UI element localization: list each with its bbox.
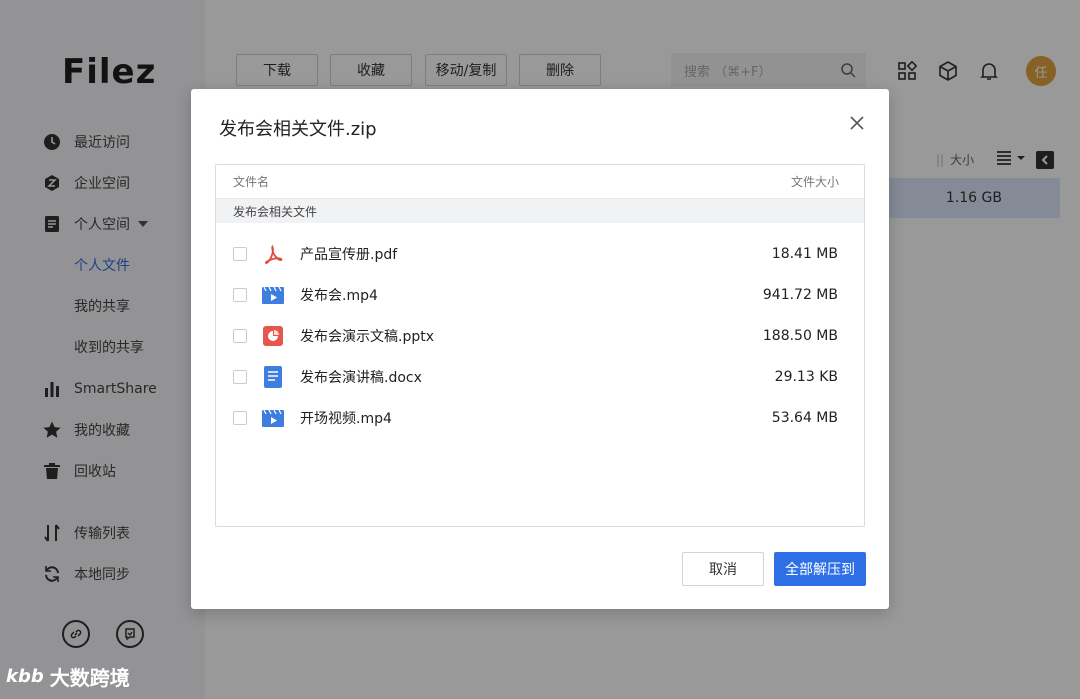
file-name: 产品宣传册.pdf [300,246,398,263]
list-item[interactable]: 发布会演示文稿.pptx 188.50 MB [216,315,864,356]
list-item[interactable]: 发布会演讲稿.docx 29.13 KB [216,356,864,397]
extract-all-button[interactable]: 全部解压到 [774,552,866,586]
file-checkbox[interactable] [233,410,247,425]
cancel-button[interactable]: 取消 [682,552,764,586]
file-size: 29.13 KB [774,368,838,385]
file-size: 188.50 MB [762,327,838,344]
list-header: 文件名 文件大小 [216,165,864,199]
file-checkbox[interactable] [233,328,247,343]
file-size: 941.72 MB [762,286,838,303]
archive-file-list: 文件名 文件大小 发布会相关文件 产品宣传册.pdf 18.41 MB 发布会.… [215,164,865,527]
zip-preview-dialog: 发布会相关文件.zip 文件名 文件大小 发布会相关文件 产品宣传册.pdf 1… [191,89,889,609]
file-size: 53.64 MB [771,409,838,426]
watermark-logo: kbb [6,666,44,687]
docx-icon [262,365,284,388]
file-checkbox[interactable] [233,369,247,384]
watermark-text: 大数跨境 [49,666,130,690]
file-checkbox[interactable] [233,287,247,302]
list-item[interactable]: 发布会.mp4 941.72 MB [216,274,864,315]
file-name: 开场视频.mp4 [300,410,392,427]
video-icon [262,407,284,429]
watermark: kbb 大数跨境 [6,662,130,691]
file-checkbox[interactable] [233,246,247,261]
file-name: 发布会演示文稿.pptx [300,328,434,345]
list-item[interactable]: 产品宣传册.pdf 18.41 MB [216,233,864,274]
file-size: 18.41 MB [771,245,838,262]
close-icon[interactable] [849,115,867,133]
pptx-icon [262,325,284,347]
col-name-header: 文件名 [233,175,270,189]
video-icon [262,284,284,306]
dialog-title: 发布会相关文件.zip [219,119,377,140]
file-name: 发布会演讲稿.docx [300,369,422,386]
file-name: 发布会.mp4 [300,287,378,304]
pdf-icon [262,243,284,265]
folder-row: 发布会相关文件 [216,199,864,223]
col-size-header: 文件大小 [790,175,839,189]
list-item[interactable]: 开场视频.mp4 53.64 MB [216,397,864,438]
